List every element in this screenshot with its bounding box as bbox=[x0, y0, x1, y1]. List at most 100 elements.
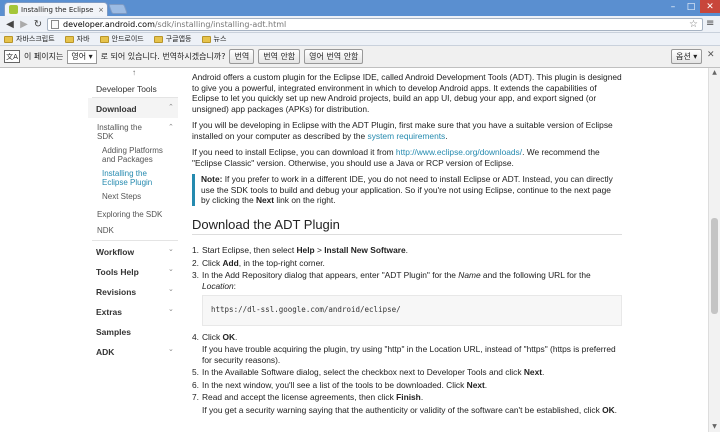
sidebar-item-exploring-sdk[interactable]: Exploring the SDK bbox=[97, 210, 162, 219]
step-text: . bbox=[235, 331, 238, 342]
step-text: , in the top-right corner. bbox=[238, 257, 325, 268]
chevron-down-icon[interactable]: ⌄ bbox=[168, 305, 174, 313]
step-text: > bbox=[314, 245, 325, 255]
step-number: 6. bbox=[192, 379, 199, 390]
step-text: In the next window, you'll see a list of… bbox=[202, 379, 467, 390]
scroll-down-icon[interactable]: ▼ bbox=[709, 422, 720, 432]
sidebar-item-adding-platforms-line1[interactable]: Adding Platforms bbox=[102, 146, 163, 155]
sidebar-item-ndk[interactable]: NDK bbox=[97, 226, 114, 235]
step-7-note: If you get a security warning saying tha… bbox=[202, 405, 622, 416]
sidebar-item-installing-sdk-line1[interactable]: Installing the bbox=[97, 123, 142, 132]
sidebar-item-installing-sdk-line2[interactable]: SDK bbox=[97, 132, 113, 141]
never-translate-language-button[interactable]: 영어 번역 안함 bbox=[304, 49, 364, 64]
sidebar-item-revisions[interactable]: Revisions bbox=[96, 287, 136, 297]
sidebar-divider bbox=[92, 240, 178, 241]
close-window-icon[interactable]: ✕ bbox=[700, 0, 720, 13]
step-text: . bbox=[484, 379, 488, 390]
step-italic: Location bbox=[202, 280, 234, 291]
repository-url-code[interactable]: https://dl-ssl.google.com/android/eclips… bbox=[202, 295, 622, 326]
scroll-up-icon[interactable]: ▲ bbox=[709, 68, 720, 78]
sidebar-item-download[interactable]: Download bbox=[96, 104, 137, 114]
chevron-down-icon[interactable]: ⌄ bbox=[168, 245, 174, 253]
chevron-down-icon[interactable]: ⌄ bbox=[168, 265, 174, 273]
page-scrollbar[interactable]: ▲ ▼ bbox=[708, 68, 720, 432]
step-text: . bbox=[614, 404, 617, 415]
chevron-down-icon[interactable]: ⌄ bbox=[168, 285, 174, 293]
step-bold: Next bbox=[466, 379, 485, 390]
bookmark-javascript[interactable]: 자바스크립트 bbox=[4, 34, 55, 44]
sidebar-item-samples[interactable]: Samples bbox=[96, 327, 131, 337]
translate-options-button[interactable]: 옵션 ▾ bbox=[671, 49, 703, 64]
browser-toolbar: ◀ ▶ ↻ developer.android.com/sdk/installi… bbox=[0, 16, 720, 33]
bookmark-label: 구글앱등 bbox=[165, 35, 192, 43]
step-number: 2. bbox=[192, 257, 199, 268]
chevron-up-icon[interactable]: ⌃ bbox=[168, 103, 174, 111]
page-icon bbox=[51, 20, 59, 29]
scroll-thumb[interactable] bbox=[711, 218, 718, 314]
bookmark-label: 안드로이드 bbox=[111, 35, 144, 43]
step-bold: OK bbox=[602, 404, 615, 415]
translate-button[interactable]: 번역 bbox=[229, 49, 255, 64]
bookmark-android[interactable]: 안드로이드 bbox=[99, 34, 144, 44]
tab-installing-eclipse-plugin[interactable]: Installing the Eclipse Plu × bbox=[4, 2, 108, 16]
step-text: Start Eclipse, then select bbox=[202, 245, 297, 255]
sidebar-item-installing-eclipse-line2[interactable]: Eclipse Plugin bbox=[102, 178, 152, 187]
system-requirements-link[interactable]: system requirements bbox=[368, 131, 446, 141]
back-icon[interactable]: ◀ bbox=[3, 18, 17, 31]
sidebar-item-workflow[interactable]: Workflow bbox=[96, 247, 134, 257]
download-eclipse-text: If you need to install Eclipse, you can … bbox=[192, 147, 396, 157]
forward-icon[interactable]: ▶ bbox=[17, 18, 31, 31]
tab-close-icon[interactable]: × bbox=[98, 6, 104, 14]
url-path: /sdk/installing/installing-adt.html bbox=[154, 20, 287, 29]
step-1: 1. Start Eclipse, then select Help > Inst… bbox=[192, 245, 622, 256]
step-text: If you get a security warning saying tha… bbox=[202, 404, 603, 415]
scroll-top-arrow-icon[interactable]: ↑ bbox=[132, 68, 136, 77]
sidebar-item-adk[interactable]: ADK bbox=[96, 347, 114, 357]
bookmark-label: 자바 bbox=[76, 35, 90, 43]
bookmark-star-icon[interactable]: ☆ bbox=[689, 19, 698, 30]
folder-icon bbox=[64, 35, 74, 43]
close-infobar-icon[interactable]: ✕ bbox=[707, 50, 715, 60]
step-bold: Next bbox=[523, 367, 543, 377]
sidebar-item-tools-help[interactable]: Tools Help bbox=[96, 267, 139, 277]
never-translate-page-button[interactable]: 번역 안함 bbox=[258, 49, 301, 64]
bookmark-java[interactable]: 자바 bbox=[64, 34, 90, 44]
reload-icon[interactable]: ↻ bbox=[31, 18, 45, 31]
sidebar-item-extras[interactable]: Extras bbox=[96, 307, 122, 317]
note-next: Next bbox=[255, 195, 275, 205]
step-5: 5. In the Available Software dialog, sele… bbox=[192, 367, 622, 378]
step-bold: OK bbox=[222, 331, 236, 342]
source-language-select[interactable]: 영어 ▾ bbox=[67, 49, 97, 64]
wrench-menu-icon[interactable]: ≡ bbox=[706, 18, 714, 29]
bookmark-label: 자바스크립트 bbox=[16, 35, 55, 43]
step-text: Click bbox=[202, 257, 223, 268]
url-host: developer.android.com bbox=[63, 20, 155, 29]
step-text: : bbox=[233, 280, 236, 291]
step-text: . bbox=[405, 245, 408, 255]
tab-title: Installing the Eclipse Plu bbox=[21, 5, 95, 14]
step-3: 3. In the Add Repository dialog that appe… bbox=[192, 270, 622, 326]
translate-icon: 文A bbox=[4, 50, 20, 63]
sidebar-item-developer-tools[interactable]: Developer Tools bbox=[96, 84, 157, 94]
new-tab-button[interactable] bbox=[108, 4, 128, 14]
chevron-down-icon[interactable]: ⌄ bbox=[168, 345, 174, 353]
maximize-icon[interactable]: □ bbox=[682, 0, 700, 13]
bookmark-news[interactable]: 뉴스 bbox=[201, 34, 226, 44]
sidebar-item-installing-eclipse-line1[interactable]: Installing the bbox=[102, 169, 147, 178]
step-text: In the Add Repository dialog that appear… bbox=[202, 270, 459, 280]
chevron-up-icon[interactable]: ⌃ bbox=[168, 123, 174, 131]
folder-icon bbox=[99, 35, 109, 43]
address-bar[interactable]: developer.android.com/sdk/installing/ins… bbox=[47, 18, 703, 31]
step-bold: Install New Software bbox=[324, 245, 406, 255]
sidebar-item-next-steps[interactable]: Next Steps bbox=[102, 192, 141, 201]
translate-prefix: 이 페이지는 bbox=[24, 52, 64, 61]
step-4: 4. Click OK. If you have trouble acquirin… bbox=[192, 332, 622, 366]
step-text: In the Available Software dialog, select… bbox=[202, 367, 524, 377]
bookmark-google-apps[interactable]: 구글앱등 bbox=[153, 34, 192, 44]
minimize-icon[interactable]: – bbox=[664, 0, 682, 13]
eclipse-downloads-link[interactable]: http://www.eclipse.org/downloads/ bbox=[396, 147, 522, 157]
requirements-text-end: . bbox=[445, 130, 448, 141]
sidebar-item-adding-platforms-line2[interactable]: and Packages bbox=[102, 155, 153, 164]
note-text-end: link on the right. bbox=[274, 195, 336, 205]
step-bold: Add bbox=[222, 257, 239, 268]
